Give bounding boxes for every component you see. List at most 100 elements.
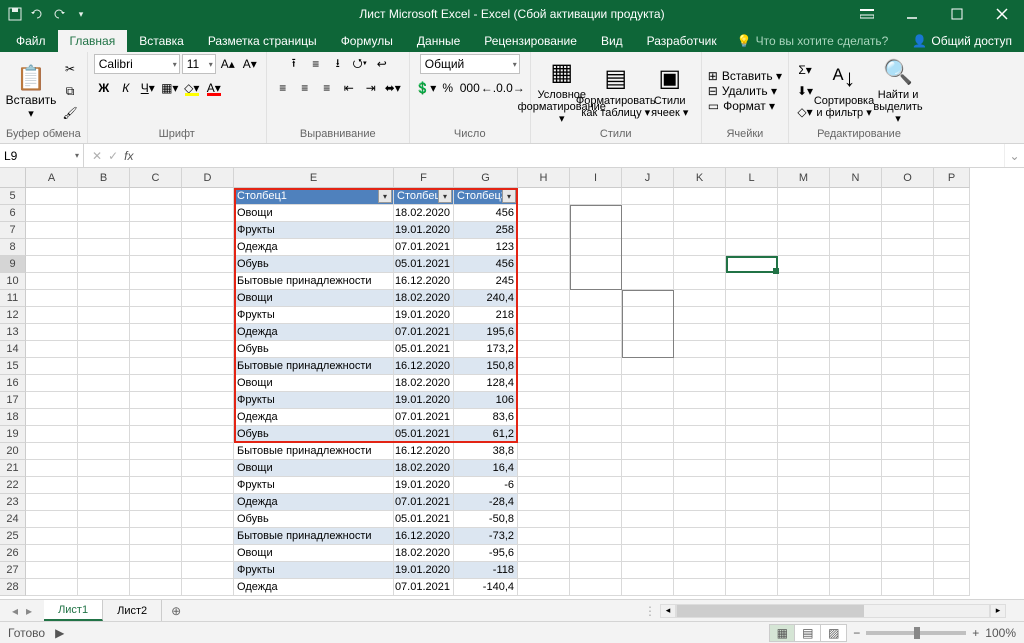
cell[interactable] [78,409,130,426]
cell[interactable] [934,579,970,596]
cell[interactable] [934,290,970,307]
row-header[interactable]: 21 [0,460,26,477]
cell[interactable]: 18.02.2020 [394,460,454,477]
cell[interactable] [778,358,830,375]
cell[interactable] [518,290,570,307]
cell[interactable] [726,426,778,443]
cell[interactable] [934,392,970,409]
select-all-corner[interactable] [0,168,26,188]
cell[interactable] [622,375,674,392]
cell[interactable] [182,358,234,375]
cell[interactable] [622,562,674,579]
cell[interactable] [934,409,970,426]
cell[interactable] [182,307,234,324]
qat-customize-icon[interactable]: ▾ [72,5,90,23]
cell[interactable]: 05.01.2021 [394,341,454,358]
cell[interactable] [674,460,726,477]
cell[interactable] [182,460,234,477]
cell[interactable] [182,392,234,409]
cell[interactable] [26,341,78,358]
cell[interactable] [726,205,778,222]
cell[interactable] [26,358,78,375]
column-header[interactable]: M [778,168,830,188]
cell[interactable] [26,205,78,222]
sort-filter-button[interactable]: ᴬ↓Сортировка и фильтр ▾ [819,63,869,119]
cell[interactable] [882,426,934,443]
cell[interactable]: Обувь [234,511,394,528]
cell[interactable]: 128,4 [454,375,518,392]
cell[interactable] [830,494,882,511]
column-header[interactable]: J [622,168,674,188]
cell[interactable] [934,341,970,358]
cell[interactable]: 240,4 [454,290,518,307]
cell[interactable]: 16.12.2020 [394,528,454,545]
cell[interactable] [934,358,970,375]
cell[interactable] [622,392,674,409]
zoom-level[interactable]: 100% [985,626,1016,640]
cell[interactable] [26,528,78,545]
cell[interactable]: 07.01.2021 [394,239,454,256]
cell[interactable] [570,528,622,545]
insert-cells-button[interactable]: ⊞Вставить ▾ [708,69,782,83]
cell[interactable] [882,239,934,256]
cell[interactable]: Овощи [234,545,394,562]
cell[interactable] [778,477,830,494]
cell[interactable] [778,579,830,596]
row-header[interactable]: 10 [0,273,26,290]
cell[interactable] [934,545,970,562]
cell[interactable] [882,290,934,307]
cell[interactable] [726,511,778,528]
cell[interactable] [570,307,622,324]
cell[interactable] [830,528,882,545]
align-right-icon[interactable]: ≡ [317,78,337,98]
cell[interactable] [130,494,182,511]
cell[interactable] [882,358,934,375]
orientation-icon[interactable]: ⭯▾ [350,54,370,74]
cell[interactable] [570,545,622,562]
cell[interactable] [78,460,130,477]
fx-icon[interactable]: fx [124,149,133,163]
wrap-text-icon[interactable]: ↩ [372,54,392,74]
cell[interactable]: -6 [454,477,518,494]
cell[interactable] [570,460,622,477]
align-left-icon[interactable]: ≡ [273,78,293,98]
cell[interactable] [674,324,726,341]
cell[interactable] [674,358,726,375]
cell[interactable]: 258 [454,222,518,239]
cell[interactable] [26,426,78,443]
number-format-combo[interactable]: Общий▾ [420,54,520,74]
paste-button[interactable]: 📋 Вставить▾ [6,62,56,119]
view-normal-icon[interactable]: ▦ [769,624,795,642]
italic-icon[interactable]: К [116,78,136,98]
scroll-right-icon[interactable]: ▸ [990,604,1006,618]
cell[interactable] [726,290,778,307]
cell[interactable] [78,205,130,222]
cell[interactable] [882,528,934,545]
cell[interactable] [622,579,674,596]
cell[interactable] [182,409,234,426]
filter-icon[interactable]: ▾ [438,189,452,203]
share-button[interactable]: 👤Общий доступ [900,30,1024,52]
cell[interactable] [882,409,934,426]
cell[interactable] [570,562,622,579]
inc-decimal-icon[interactable]: ←.0 [482,78,502,98]
cell[interactable] [182,494,234,511]
cell[interactable]: 05.01.2021 [394,426,454,443]
horizontal-scrollbar[interactable]: ⋮ ◂ ▸ [644,600,1024,621]
cell[interactable] [570,477,622,494]
cell[interactable] [882,188,934,205]
cell[interactable] [182,239,234,256]
cell[interactable] [778,290,830,307]
cell[interactable] [518,188,570,205]
cell[interactable] [78,375,130,392]
cut-icon[interactable]: ✂ [60,59,80,79]
cell[interactable]: 19.01.2020 [394,222,454,239]
border-icon[interactable]: ▦▾ [160,78,180,98]
cell[interactable] [182,562,234,579]
cell[interactable] [726,392,778,409]
cell[interactable] [882,545,934,562]
cell[interactable]: Фрукты [234,562,394,579]
cell[interactable]: Фрукты [234,222,394,239]
cell[interactable] [130,324,182,341]
copy-icon[interactable]: ⧉ [60,81,80,101]
